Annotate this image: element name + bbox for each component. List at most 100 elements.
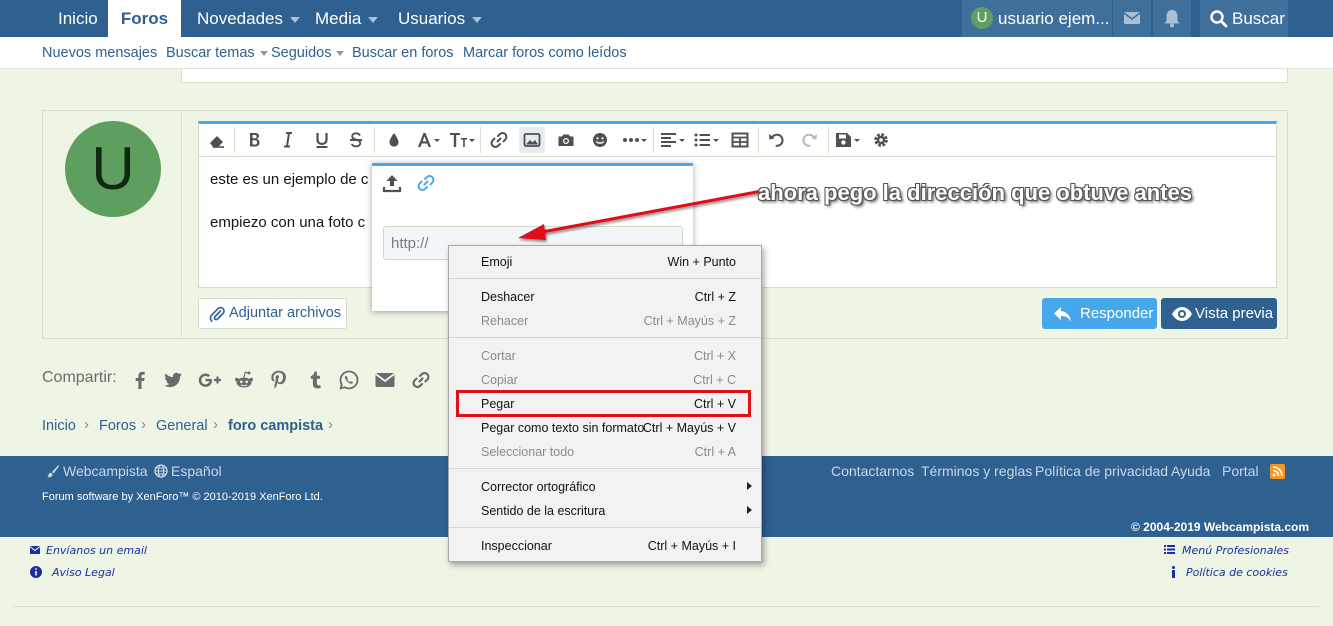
smilies-button[interactable] [587,127,613,153]
subnav-marcar-leidos[interactable]: Marcar foros como leídos [463,37,627,69]
tab-novedades[interactable]: Novedades [197,0,301,37]
professional-menu-link[interactable]: Menú Profesionales [1164,544,1289,557]
rss-button[interactable] [1270,464,1285,479]
settings-button[interactable] [868,127,894,153]
chevron-right-icon: › [141,416,146,433]
upload-image-tab[interactable] [381,172,403,194]
breadcrumb-general[interactable]: General [156,418,208,434]
italic-button[interactable] [275,127,301,153]
cookies-policy-link[interactable]: Política de cookies [1171,566,1288,579]
undo-button[interactable] [763,127,789,153]
share-label: Compartir: [42,369,117,386]
paste-highlight-box [456,390,751,417]
remove-format-button[interactable] [204,127,230,153]
breadcrumb-foros[interactable]: Foros [99,418,136,434]
bold-button[interactable] [241,127,267,153]
redo-button[interactable] [797,127,823,153]
toolbar-separator [234,127,235,153]
menu-shortcut: Ctrl + Z [694,290,736,304]
share-reddit[interactable] [232,368,256,392]
attach-files-button[interactable]: Adjuntar archivos [198,298,347,329]
upload-icon [382,175,402,193]
breadcrumb-foro-campista[interactable]: foro campista [228,418,323,434]
footer-link-terminos[interactable]: Términos y reglas [921,463,1032,479]
tab-usuarios[interactable]: Usuarios [398,0,483,37]
share-twitter[interactable] [161,368,185,392]
strikethrough-button[interactable] [343,127,369,153]
insert-video-button[interactable] [553,127,579,153]
legal-notice-link[interactable]: Aviso Legal [30,566,115,579]
tab-media[interactable]: Media [315,0,379,37]
alerts-button[interactable] [1153,0,1191,37]
reply-button[interactable]: Responder [1042,298,1157,329]
user-name[interactable]: usuario ejem... [998,0,1110,37]
tab-foros[interactable]: Foros [108,0,181,37]
gear-icon [874,133,888,147]
drafts-button[interactable] [832,127,864,153]
insert-link-button[interactable] [486,127,512,153]
smiley-icon [593,133,607,147]
underline-button[interactable] [309,127,335,153]
menu-shortcut: Ctrl + A [694,445,736,459]
more-options-button[interactable] [619,127,651,153]
list-icon [694,133,719,147]
subnav-nuevos-mensajes[interactable]: Nuevos mensajes [42,37,157,69]
font-family-button[interactable] [413,127,445,153]
preview-button[interactable]: Vista previa [1161,298,1277,329]
align-button[interactable] [657,127,689,153]
share-link[interactable] [409,368,433,392]
image-by-url-tab[interactable] [415,172,437,194]
footer-link-privacidad[interactable]: Política de privacidad [1035,463,1168,479]
legal-notice-label: Aviso Legal [52,566,115,579]
share-whatsapp[interactable] [337,368,361,392]
menu-item-pegar-sin-formato[interactable]: Pegar como texto sin formato [481,421,644,435]
google-plus-icon [198,373,221,387]
email-us-link[interactable]: Envíanos un email [29,544,147,557]
globe-icon [154,464,168,478]
subnav-buscar-en-foros[interactable]: Buscar en foros [352,37,454,69]
menu-item-cortar: Cortar [481,349,516,363]
toolbar-separator [480,127,481,153]
style-chooser[interactable]: Webcampista [46,463,148,479]
tab-inicio[interactable]: Inicio [58,0,98,37]
link-icon [417,175,435,191]
search-label[interactable]: Buscar [1232,0,1285,37]
share-pinterest[interactable] [267,368,291,392]
toolbar-separator [758,127,759,153]
menu-item-corrector[interactable]: Corrector ortográfico [481,480,596,494]
menu-item-seleccionar-todo: Seleccionar todo [481,445,575,459]
strikethrough-icon [350,132,362,148]
chevron-right-icon [747,506,752,514]
share-facebook[interactable] [128,368,152,392]
share-email[interactable] [373,368,397,392]
breadcrumb-inicio[interactable]: Inicio [42,418,76,434]
menu-item-sentido-escritura[interactable]: Sentido de la escritura [481,504,605,518]
menu-item-emoji[interactable]: Emoji [481,255,512,269]
align-left-icon [661,133,685,147]
whatsapp-icon [339,370,359,390]
facebook-icon [135,371,145,389]
menu-separator [449,527,761,528]
inbox-button[interactable] [1113,0,1151,37]
menu-item-inspeccionar[interactable]: Inspeccionar [481,539,552,553]
text-color-button[interactable] [381,127,407,153]
font-size-button[interactable] [447,127,477,153]
share-tumblr[interactable] [303,368,327,392]
list-button[interactable] [691,127,723,153]
chevron-right-icon [747,482,752,490]
footer-link-contactarnos[interactable]: Contactarnos [831,463,914,479]
share-google-plus[interactable] [197,368,223,392]
insert-table-button[interactable] [727,127,753,153]
paint-brush-icon [47,465,59,478]
subnav-buscar-temas[interactable]: Buscar temas [166,37,268,69]
mail-icon [375,373,395,387]
chevron-down-icon [472,16,483,23]
footer-link-portal[interactable]: Portal [1222,463,1259,479]
previous-message [42,69,1288,83]
menu-item-deshacer[interactable]: Deshacer [481,290,535,304]
insert-image-button[interactable] [519,127,545,153]
paperclip-icon [209,306,225,322]
footer-link-ayuda[interactable]: Ayuda [1171,463,1210,479]
language-chooser[interactable]: Español [154,463,222,479]
subnav-seguidos[interactable]: Seguidos [271,37,345,69]
